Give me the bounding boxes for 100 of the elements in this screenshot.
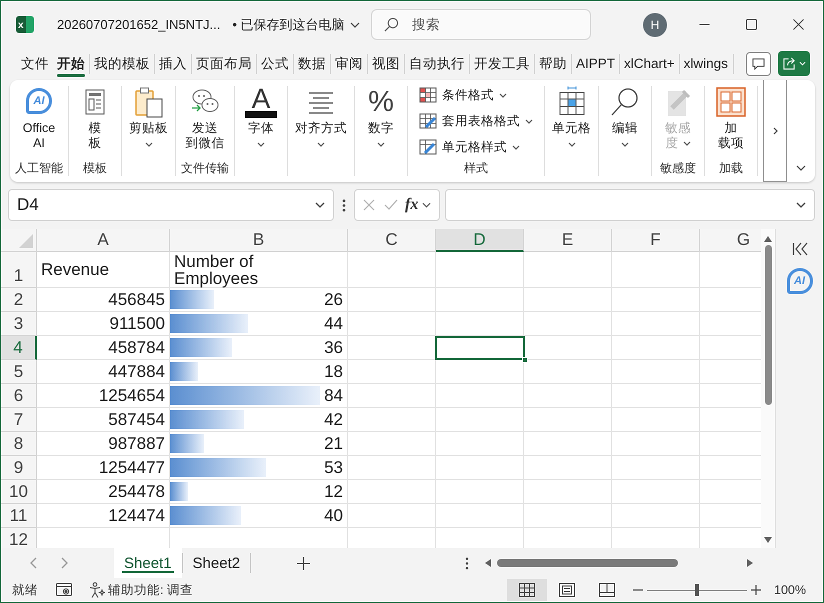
highlighted-grid-icon [419,87,437,103]
grid-squares-icon [715,86,747,118]
menu-tab[interactable]: 公式 [257,50,293,77]
row-header[interactable]: 5 [1,360,37,384]
menu-tab[interactable]: 页面布局 [192,50,256,77]
chevron-down-icon [315,202,325,208]
menu-tab[interactable]: 帮助 [535,50,571,77]
share-button[interactable] [778,51,810,76]
scroll-right-icon[interactable] [747,559,754,567]
group-label: 模板 [83,160,107,176]
menu-tab[interactable]: 我的模板 [90,50,154,77]
ribbon-button[interactable]: 单元格样式 [413,135,526,159]
ribbon-scroll-button[interactable] [763,80,787,182]
revenue-value: 254478 [108,482,165,502]
employee-count: 36 [324,338,343,358]
zoom-slider-thumb[interactable] [695,584,700,596]
save-status-button[interactable]: • 已保存到这台电脑 [230,14,362,36]
ribbon-button[interactable]: 单元格 [550,86,593,176]
zoom-in-icon[interactable] [751,585,762,595]
ribbon-button[interactable]: 对齐方式 [293,86,349,176]
group-label: 文件传输 [181,160,229,176]
row-header[interactable]: 4 [1,336,37,360]
ribbon-button[interactable]: A 字体 [240,86,282,176]
collapse-pane-icon[interactable] [792,242,808,256]
menu-tab[interactable]: 开始 [53,50,89,77]
revenue-value: 1254477 [98,458,165,478]
column-header[interactable]: D [436,229,524,252]
revenue-value: 587454 [108,410,165,430]
grid-brush-icon [419,139,437,155]
sheet-tab[interactable]: Sheet2 [182,548,250,578]
row-header[interactable]: 2 [1,288,37,312]
chevron-right-icon[interactable] [61,557,69,569]
scrollbar-thumb[interactable] [497,559,678,567]
row-header[interactable]: 3 [1,312,37,336]
ribbon-button[interactable]: AI Office AI [18,86,60,160]
employee-count: 18 [324,362,343,382]
menu-tab[interactable]: 数据 [294,50,330,77]
ribbon-button[interactable]: 条件格式 [413,83,513,107]
row-header[interactable]: 10 [1,480,37,504]
share-icon [782,57,796,70]
page-view-icon [559,583,576,597]
percent-icon: % [365,86,397,118]
more-options-icon[interactable] [342,198,346,212]
vertical-scrollbar[interactable] [761,229,775,548]
scroll-left-icon[interactable] [485,559,492,567]
employee-count: 84 [324,386,343,406]
add-sheet-icon[interactable] [297,556,310,570]
row-header[interactable]: 7 [1,408,37,432]
accessibility-icon[interactable] [89,582,105,598]
employee-count: 44 [324,314,343,334]
ribbon-button[interactable]: 剪贴板 [127,86,170,176]
chevron-left-icon[interactable] [29,557,37,569]
menu-tab[interactable]: 开发工具 [470,50,534,77]
scrollbar-thumb[interactable] [764,245,772,405]
fill-handle[interactable] [522,357,528,363]
formula-input[interactable] [445,189,815,221]
zoom-percent[interactable]: 100% [774,583,806,597]
row-header[interactable]: 1 [1,252,37,288]
more-options-icon[interactable] [465,556,470,570]
search-field[interactable]: 搜索 [371,9,591,40]
app-logo: x [16,16,34,33]
ribbon-button[interactable]: 编辑 [604,86,646,176]
row-header[interactable]: 11 [1,504,37,528]
maximize-icon[interactable] [746,19,757,30]
active-cell-outline[interactable] [435,336,525,360]
menu-tab[interactable]: 插入 [155,50,191,77]
menu-tab[interactable]: 自动执行 [405,50,469,77]
ribbon-button[interactable]: % 数字 [360,86,402,176]
menu-tab[interactable]: 审阅 [331,50,367,77]
view-button[interactable] [507,579,548,601]
collapse-ribbon-icon[interactable] [796,165,806,171]
menu-tab[interactable]: xlChart+ [620,50,679,77]
grid-view-icon [519,583,536,597]
comments-button[interactable] [746,52,771,76]
row-header[interactable]: 9 [1,456,37,480]
user-avatar[interactable]: H [643,12,667,36]
employee-count: 42 [324,410,343,430]
group-label: 加载 [719,160,743,176]
insert-function-button[interactable]: fx [405,196,418,214]
menu-tab[interactable]: 文件 [17,50,53,77]
name-box[interactable]: D4 [8,189,334,221]
ribbon-button[interactable]: 模 板 [74,86,116,160]
ribbon-button[interactable]: 套用表格格式 [413,109,539,133]
scroll-up-icon[interactable] [764,236,772,242]
row-header[interactable]: 12 [1,528,37,548]
menu-tab[interactable]: 视图 [368,50,404,77]
employee-count: 12 [324,482,343,502]
ribbon-button[interactable]: 加 载项 [710,86,752,160]
close-icon[interactable] [793,19,804,30]
search-icon [384,17,399,32]
macro-record-icon[interactable] [56,583,72,597]
row-header[interactable]: 8 [1,432,37,456]
menu-tab[interactable]: xlwings [680,50,732,77]
menu-tab[interactable]: AIPPT [572,50,620,77]
scroll-down-icon[interactable] [764,537,772,543]
row-header[interactable]: 6 [1,384,37,408]
chevron-down-icon[interactable] [422,202,432,208]
accessibility-button[interactable]: 辅助功能: 调查 [108,582,193,598]
ribbon-button[interactable]: 发送 到微信 [184,86,226,160]
sheet-tab[interactable]: Sheet1 [114,548,182,578]
